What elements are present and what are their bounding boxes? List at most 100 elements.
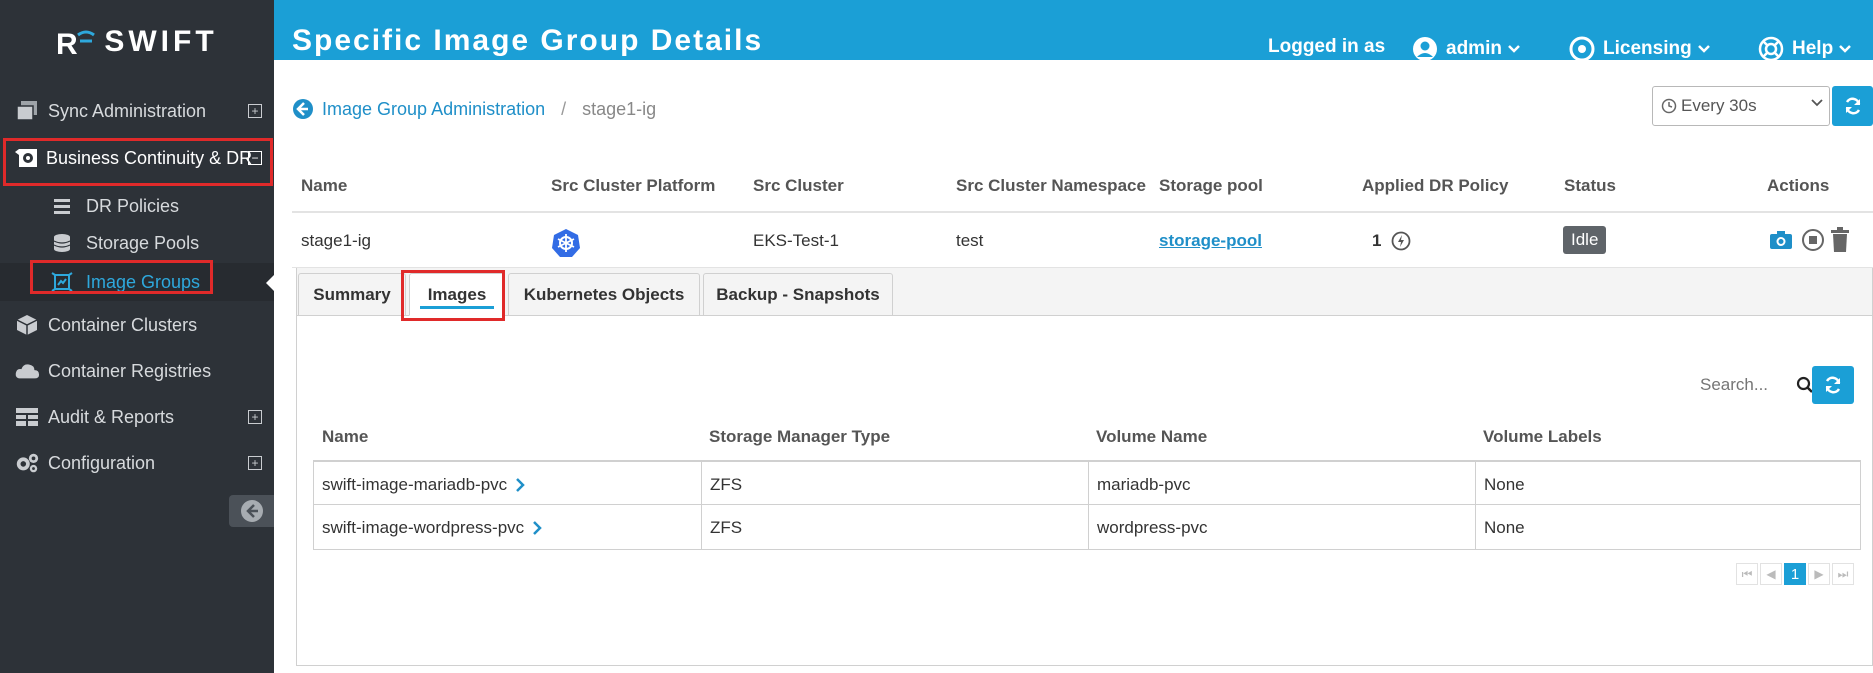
grid-refresh-button[interactable] [1812,366,1854,404]
sidebar-item-label: Container Clusters [48,314,198,335]
status-badge: Idle [1563,226,1607,254]
last-page-button[interactable]: ⏭ [1832,563,1854,585]
help-icon [1758,36,1784,62]
row-src-cluster: EKS-Test-1 [753,231,839,250]
storage-pool-link[interactable]: storage-pool [1159,231,1262,251]
layers-icon [14,98,40,124]
chevron-down-icon [1508,45,1520,53]
column-header-storage-pool[interactable]: Storage pool [1159,176,1263,196]
licensing-icon [1569,36,1595,62]
grid-header-name[interactable]: Name [322,427,368,447]
column-header-src-cluster-platform[interactable]: Src Cluster Platform [551,176,715,196]
swift-logo-icon: R [56,28,96,57]
table-row[interactable]: swift-image-wordpress-pvc ZFS wordpress-… [313,505,1861,550]
column-header-src-cluster[interactable]: Src Cluster [753,176,844,196]
volume-labels-cell: None [1475,505,1861,550]
highlight-box [3,138,273,186]
grid-header-storage-manager-type[interactable]: Storage Manager Type [709,427,890,447]
breadcrumb-parent-link[interactable]: Image Group Administration [322,99,545,120]
breadcrumb-current: stage1-ig [582,98,657,119]
refresh-interval-value: Every 30s [1681,96,1757,115]
volume-labels-cell: None [1475,462,1861,507]
column-header-actions: Actions [1767,176,1830,195]
column-header-name[interactable]: Name [301,176,347,196]
sidebar-item-dr-policies[interactable]: DR Policies [0,187,274,225]
trash-icon[interactable] [1829,227,1851,253]
expand-icon[interactable]: + [248,456,262,470]
image-name-cell[interactable]: swift-image-mariadb-pvc [313,462,701,507]
sidebar-item-configuration[interactable]: Configuration + [0,442,274,484]
column-header-status[interactable]: Status [1564,176,1616,196]
first-page-button[interactable]: ⏮ [1736,563,1758,585]
user-name: admin [1446,38,1502,59]
sidebar-item-container-clusters[interactable]: Container Clusters [0,304,274,346]
column-header-applied-dr-policy[interactable]: Applied DR Policy [1362,176,1508,196]
prev-page-button[interactable]: ◀ [1760,563,1782,585]
volume-name-cell: wordpress-pvc [1088,505,1475,550]
database-icon [50,231,74,255]
column-header-src-cluster-namespace[interactable]: Src Cluster Namespace [956,176,1146,196]
dr-policy-count: 1 [1372,231,1382,250]
sidebar-item-sync-administration[interactable]: Sync Administration + [0,90,274,132]
image-name: swift-image-mariadb-pvc [322,474,508,494]
storage-type-cell: ZFS [701,505,1088,550]
tab-kubernetes-objects[interactable]: Kubernetes Objects [508,273,700,316]
sidebar-item-container-registries[interactable]: Container Registries [0,350,274,392]
sidebar: R SWIFT Sync Administration + Business C… [0,0,274,673]
chevron-down-icon [1697,45,1710,53]
refresh-button[interactable] [1832,86,1873,126]
gears-icon [14,450,40,476]
user-icon [1413,37,1437,61]
search-input[interactable] [1700,375,1796,395]
expand-icon[interactable]: + [248,410,262,424]
back-arrow-icon[interactable] [292,98,314,120]
grid-header-volume-name[interactable]: Volume Name [1096,427,1207,447]
arrow-left-circle-icon [240,500,263,522]
clock-icon [1661,98,1677,114]
refresh-icon [1845,97,1860,115]
tab-summary[interactable]: Summary [298,273,406,316]
grid-header-volume-labels[interactable]: Volume Labels [1483,427,1602,447]
tab-backup-snapshots[interactable]: Backup - Snapshots [703,273,893,316]
chevron-down-icon [1839,45,1852,53]
logo[interactable]: R SWIFT [0,0,274,84]
table-icon [14,404,40,430]
user-menu[interactable]: admin [1412,36,1528,62]
sidebar-item-audit-reports[interactable]: Audit & Reports + [0,396,274,438]
help-menu[interactable]: Help [1758,36,1859,62]
chevron-right-icon[interactable] [532,520,542,535]
collapse-sidebar-button[interactable] [229,495,274,527]
camera-icon[interactable] [1769,229,1793,251]
highlight-box [30,260,213,294]
stop-circle-icon[interactable] [1801,228,1825,252]
next-page-button[interactable]: ▶ [1808,563,1830,585]
cube-icon [14,312,40,338]
breadcrumb-separator: / [561,98,567,119]
logo-text: SWIFT [104,25,218,58]
table-row[interactable]: swift-image-mariadb-pvc ZFS mariadb-pvc … [313,460,1861,507]
sidebar-item-storage-pools[interactable]: Storage Pools [0,224,274,262]
svg-text:R: R [56,28,82,57]
pagination: ⏮ ◀ 1 ▶ ⏭ [1734,563,1854,585]
page-number-button[interactable]: 1 [1784,563,1806,585]
search-box[interactable] [1700,372,1822,398]
applied-dr-policy[interactable]: 1 [1372,231,1411,251]
sidebar-item-label: Configuration [48,452,156,473]
sidebar-item-label: Sync Administration [48,100,207,121]
expand-icon[interactable]: + [248,104,262,118]
help-label: Help [1792,38,1834,59]
volume-name-cell: mariadb-pvc [1088,462,1475,507]
breadcrumb: Image Group Administration / stage1-ig [292,98,656,120]
licensing-label: Licensing [1603,38,1692,59]
highlight-box [401,270,505,321]
sidebar-item-label: Audit & Reports [48,406,175,427]
image-name-cell[interactable]: swift-image-wordpress-pvc [313,505,701,550]
table-header-divider [292,211,1873,213]
licensing-menu[interactable]: Licensing [1569,36,1718,62]
sidebar-item-label: Container Registries [48,360,212,381]
kubernetes-icon [552,229,580,257]
chevron-right-icon[interactable] [515,477,525,492]
refresh-interval-select[interactable]: Every 30s [1652,86,1830,126]
bolt-circle-icon [1392,231,1411,251]
images-grid: swift-image-mariadb-pvc ZFS mariadb-pvc … [313,460,1861,550]
